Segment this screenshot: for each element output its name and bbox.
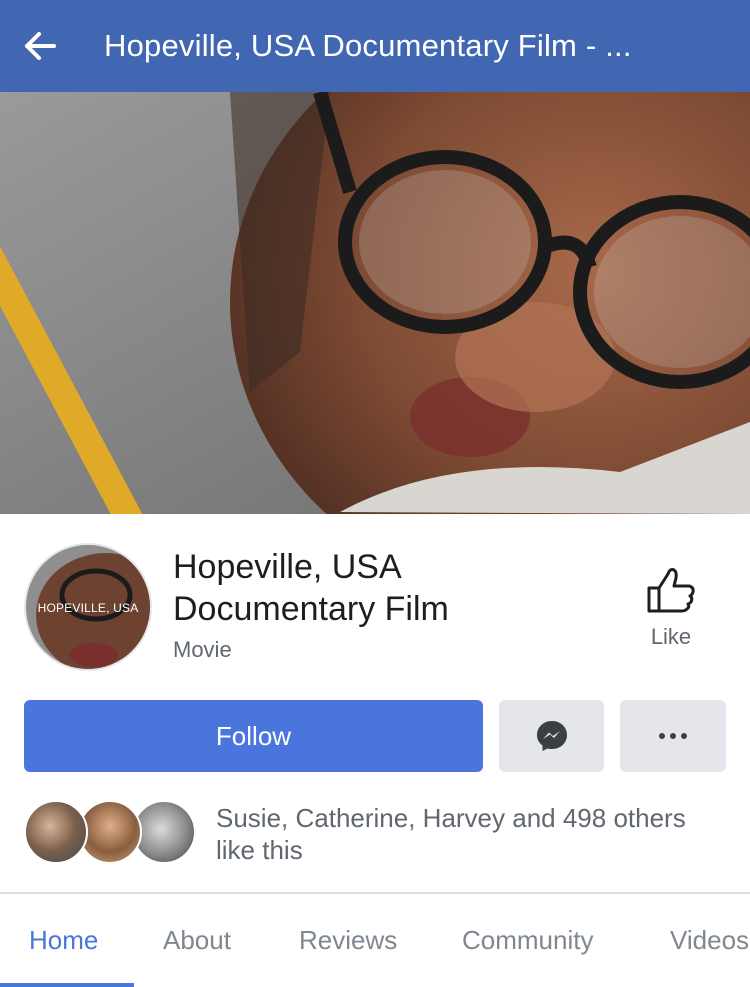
more-options-button[interactable]	[620, 700, 726, 772]
tab-videos[interactable]: Videos	[670, 894, 749, 987]
page-title: Hopeville, USA Documentary Film - ...	[104, 28, 632, 63]
profile-picture-text: HOPEVILLE, USA	[37, 601, 139, 615]
like-button[interactable]: Like	[630, 566, 712, 666]
follow-button[interactable]: Follow	[24, 700, 483, 772]
messenger-button[interactable]	[499, 700, 604, 772]
more-dots-icon	[659, 733, 687, 739]
tab-about[interactable]: About	[163, 894, 231, 987]
friends-like-text[interactable]: Susie, Catherine, Harvey and 498 others …	[216, 802, 696, 866]
page-tabs: Home About Reviews Community Videos	[0, 894, 750, 987]
like-label: Like	[650, 624, 692, 649]
arrow-left-icon	[25, 32, 56, 60]
active-tab-indicator	[0, 983, 134, 987]
avatar	[24, 800, 88, 864]
top-bar: Hopeville, USA Documentary Film - ...	[0, 0, 750, 92]
messenger-icon	[536, 721, 567, 751]
cover-photo-illustration	[0, 92, 750, 514]
profile-picture[interactable]: HOPEVILLE, USA	[24, 543, 152, 671]
thumbs-up-icon	[647, 568, 695, 613]
friends-avatars[interactable]	[24, 800, 196, 864]
page-category: Movie	[173, 637, 232, 662]
cover-photo[interactable]	[0, 92, 750, 514]
page-name: Hopeville, USA Documentary Film	[173, 548, 449, 628]
tab-home[interactable]: Home	[29, 894, 98, 987]
tab-reviews[interactable]: Reviews	[299, 894, 397, 987]
back-button[interactable]	[0, 0, 80, 92]
tab-community[interactable]: Community	[462, 894, 593, 987]
